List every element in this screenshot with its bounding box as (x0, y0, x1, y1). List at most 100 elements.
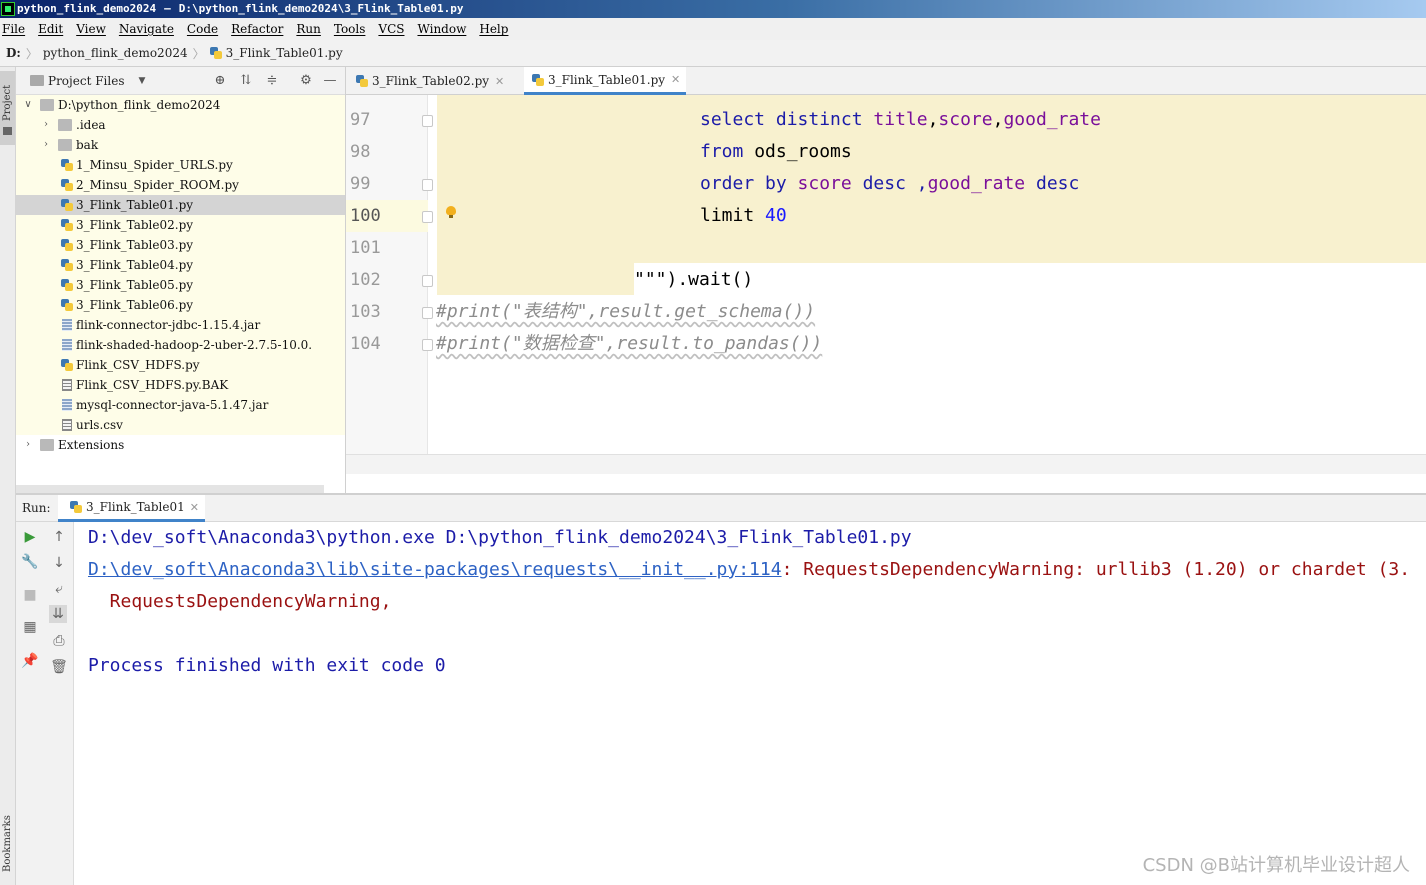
menu-file[interactable]: File (2, 22, 25, 36)
folder-icon (40, 439, 54, 451)
line-number: 102 (350, 270, 381, 290)
tree-horizontal-scrollbar[interactable] (16, 485, 324, 493)
menu-vcs[interactable]: VCS (378, 22, 404, 36)
project-tool-window-button[interactable]: Project (0, 71, 15, 145)
bookmarks-tab-label[interactable]: Bookmarks (2, 815, 13, 872)
chevron-right-icon[interactable]: › (40, 115, 52, 135)
sql-keyword: limit (700, 205, 766, 226)
run-console[interactable]: D:\dev_soft\Anaconda3\python.exe D:\pyth… (75, 522, 1426, 885)
folder-icon (3, 127, 12, 135)
jar-file-icon (62, 339, 72, 351)
sql-column: good_rate (1003, 109, 1101, 130)
line-number: 103 (350, 302, 381, 322)
console-file-link[interactable]: D:\dev_soft\Anaconda3\lib\site-packages\… (88, 559, 782, 580)
expand-all-icon[interactable]: ⇅ (238, 73, 254, 89)
close-icon[interactable]: ✕ (671, 73, 680, 86)
tree-item[interactable]: 3_Flink_Table02.py (16, 215, 345, 235)
tab-3-flink-table02[interactable]: 3_Flink_Table02.py ✕ (348, 67, 510, 95)
pin-icon[interactable]: 📌 (21, 652, 39, 670)
menu-window[interactable]: Window (417, 22, 466, 36)
folder-icon (30, 75, 44, 86)
chevron-down-icon[interactable]: ▼ (138, 76, 145, 86)
sql-keyword: desc (1025, 173, 1080, 194)
fold-marker-icon[interactable] (422, 115, 433, 127)
tab-3-flink-table01[interactable]: 3_Flink_Table01.py ✕ (524, 67, 687, 95)
menu-help[interactable]: Help (479, 22, 508, 36)
tree-item[interactable]: › bak (16, 135, 345, 155)
tree-root[interactable]: ∨ D:\python_flink_demo2024 (16, 95, 345, 115)
scroll-to-end-icon[interactable]: ⇊ (49, 605, 67, 623)
breadcrumb-drive[interactable]: D: (6, 46, 21, 60)
fold-marker-icon[interactable] (422, 307, 433, 319)
chevron-right-icon[interactable]: › (22, 435, 34, 455)
tree-extensions[interactable]: › Extensions (16, 435, 345, 455)
tree-item[interactable]: 3_Flink_Table03.py (16, 235, 345, 255)
menu-edit[interactable]: Edit (38, 22, 63, 36)
tree-item[interactable]: 1_Minsu_Spider_URLS.py (16, 155, 345, 175)
trash-icon[interactable]: 🗑 (50, 658, 68, 676)
sql-punct: , (992, 109, 1004, 130)
tree-item-selected[interactable]: 3_Flink_Table01.py (16, 195, 345, 215)
soft-wrap-icon[interactable]: ⤶ (50, 580, 68, 598)
close-icon[interactable]: ✕ (495, 75, 504, 88)
tree-item[interactable]: urls.csv (16, 415, 345, 435)
tree-item-label: .idea (76, 118, 106, 132)
tree-item[interactable]: flink-connector-jdbc-1.15.4.jar (16, 315, 345, 335)
menu-refactor[interactable]: Refactor (231, 22, 283, 36)
arrow-down-icon[interactable]: ↓ (50, 554, 68, 572)
tree-item[interactable]: Flink_CSV_HDFS.py (16, 355, 345, 375)
menu-navigate[interactable]: Navigate (119, 22, 174, 36)
menu-view[interactable]: View (76, 22, 106, 36)
editor-horizontal-scrollbar[interactable] (346, 454, 1426, 474)
tree-item[interactable]: 2_Minsu_Spider_ROOM.py (16, 175, 345, 195)
python-file-icon (60, 299, 74, 311)
tree-item-label: mysql-connector-java-5.1.47.jar (76, 398, 269, 412)
tree-item[interactable]: › .idea (16, 115, 345, 135)
rerun-icon[interactable]: ▶ (21, 528, 39, 546)
stop-icon[interactable]: ■ (21, 586, 39, 604)
layout-icon[interactable]: ▦ (21, 618, 39, 636)
tree-item-label: flink-connector-jdbc-1.15.4.jar (76, 318, 261, 332)
python-file-icon (60, 279, 74, 291)
folder-icon (58, 139, 72, 151)
breadcrumb-project[interactable]: python_flink_demo2024 (43, 46, 188, 60)
sql-number: 40 (765, 205, 787, 226)
chevron-down-icon[interactable]: ∨ (22, 95, 34, 115)
minimize-icon[interactable]: — (322, 73, 338, 89)
tree-item[interactable]: 3_Flink_Table05.py (16, 275, 345, 295)
wrench-icon[interactable]: 🔧 (21, 553, 39, 571)
line-number: 104 (350, 334, 381, 354)
tree-item[interactable]: 3_Flink_Table06.py (16, 295, 345, 315)
tree-item[interactable]: flink-shaded-hadoop-2-uber-2.7.5-10.0. (16, 335, 345, 355)
tree-item[interactable]: 3_Flink_Table04.py (16, 255, 345, 275)
tree-item[interactable]: mysql-connector-java-5.1.47.jar (16, 395, 345, 415)
project-view-selector[interactable]: Project Files (48, 74, 124, 88)
arrow-up-icon[interactable]: ↑ (50, 528, 68, 546)
sql-column: title (873, 109, 928, 130)
code-line-97: select distinct title,score,good_rate (700, 104, 1101, 136)
sql-column: score (938, 109, 993, 130)
collapse-all-icon[interactable]: ≑ (264, 73, 280, 89)
code-line-102: """).wait() (634, 269, 754, 290)
close-icon[interactable]: ✕ (190, 501, 199, 514)
tab-label: 3_Flink_Table01.py (548, 72, 666, 87)
breadcrumb-file[interactable]: 3_Flink_Table01.py (226, 46, 343, 60)
run-toolbar: ▶ 🔧 ■ ▦ 📌 ↑ ↓ ⤶ ⇊ ⎙ 🗑 (16, 522, 74, 885)
fold-marker-icon[interactable] (422, 275, 433, 287)
chevron-right-icon[interactable]: › (40, 135, 52, 155)
run-tab-3-flink-table01[interactable]: 3_Flink_Table01 ✕ (58, 495, 205, 522)
locate-icon[interactable]: ⊕ (212, 73, 228, 89)
code-editor[interactable]: 97 98 99 100 101 102 103 104 select dist… (346, 95, 1426, 474)
lightbulb-icon[interactable] (446, 206, 456, 218)
title-separator: — (164, 2, 171, 15)
fold-marker-icon[interactable] (422, 211, 433, 223)
code-line-99: order by score desc ,good_rate desc (700, 168, 1079, 200)
gear-icon[interactable]: ⚙ (298, 73, 314, 89)
print-icon[interactable]: ⎙ (50, 632, 68, 650)
menu-run[interactable]: Run (296, 22, 321, 36)
menu-code[interactable]: Code (187, 22, 218, 36)
tree-item[interactable]: Flink_CSV_HDFS.py.BAK (16, 375, 345, 395)
fold-marker-icon[interactable] (422, 339, 433, 351)
menu-tools[interactable]: Tools (334, 22, 366, 36)
fold-marker-icon[interactable] (422, 179, 433, 191)
